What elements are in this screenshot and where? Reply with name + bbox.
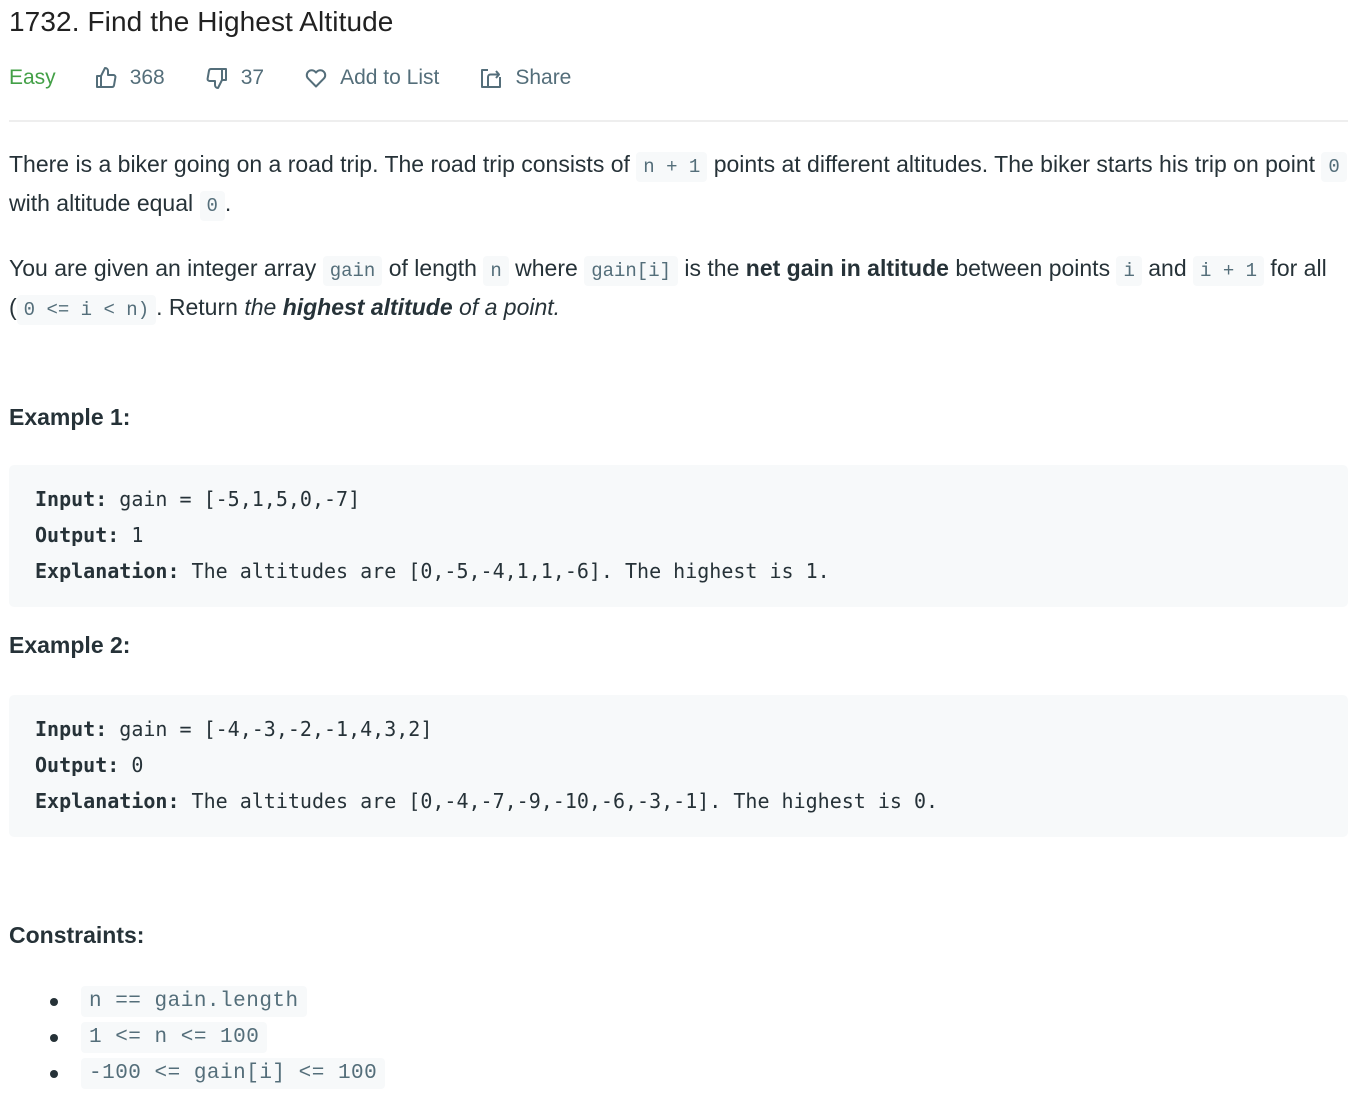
example-input: gain = [-5,1,5,0,-7] [107, 487, 361, 511]
share-label: Share [515, 66, 572, 89]
description-paragraph-2: You are given an integer array gain of l… [9, 250, 1349, 328]
example-output: 0 [119, 753, 144, 777]
constraint-item: 1 <= n <= 100 [9, 1020, 385, 1056]
inline-code: gain [322, 256, 383, 286]
problem-meta-bar: Easy 368 37 Add to List Share [9, 62, 571, 94]
heart-icon [304, 66, 328, 90]
inline-code: n + 1 [636, 152, 708, 182]
share-button[interactable]: Share [479, 66, 571, 90]
thumbs-down-icon [205, 66, 229, 90]
add-to-list-label: Add to List [340, 66, 440, 89]
example-1-heading: Example 1: [9, 404, 131, 430]
inline-code: 0 <= i < n) [16, 295, 157, 325]
constraints-list: n == gain.length 1 <= n <= 100 -100 <= g… [9, 984, 386, 1092]
inline-code: n [483, 256, 509, 286]
example-output: 1 [119, 523, 144, 547]
dislike-button[interactable]: 37 [205, 66, 264, 90]
constraint-item: -100 <= gain[i] <= 100 [9, 1056, 386, 1092]
inline-code: 0 [199, 191, 225, 221]
like-count: 368 [129, 66, 165, 89]
inline-code: gain[i] [584, 256, 679, 286]
problem-description: There is a biker going on a road trip. T… [9, 146, 1349, 354]
add-to-list-button[interactable]: Add to List [304, 66, 439, 90]
thumbs-up-icon [94, 66, 118, 90]
example-explanation: The altitudes are [0,-4,-7,-9,-10,-6,-3,… [179, 789, 939, 813]
inline-code: i [1116, 256, 1142, 286]
bold-text: net gain in altitude [745, 255, 949, 281]
difficulty-badge: Easy [9, 66, 56, 89]
dislike-count: 37 [240, 66, 265, 89]
problem-title: 1732. Find the Highest Altitude [9, 6, 394, 37]
description-paragraph-1: There is a biker going on a road trip. T… [9, 146, 1349, 224]
constraints-heading: Constraints: [9, 922, 145, 948]
share-icon [479, 66, 503, 90]
header-divider [9, 120, 1348, 122]
like-button[interactable]: 368 [94, 66, 165, 90]
inline-code: 0 [1321, 152, 1347, 182]
example-input: gain = [-4,-3,-2,-1,4,3,2] [107, 717, 433, 741]
example-explanation: The altitudes are [0,-5,-4,1,1,-6]. The … [179, 559, 830, 583]
example-2-heading: Example 2: [9, 632, 131, 658]
constraint-item: n == gain.length [9, 984, 385, 1020]
italic-text: the highest altitude of a point. [244, 294, 561, 320]
example-2-block: Input: gain = [-4,-3,-2,-1,4,3,2] Output… [9, 695, 1348, 837]
inline-code: i + 1 [1193, 256, 1265, 286]
example-1-block: Input: gain = [-5,1,5,0,-7] Output: 1 Ex… [9, 465, 1348, 607]
